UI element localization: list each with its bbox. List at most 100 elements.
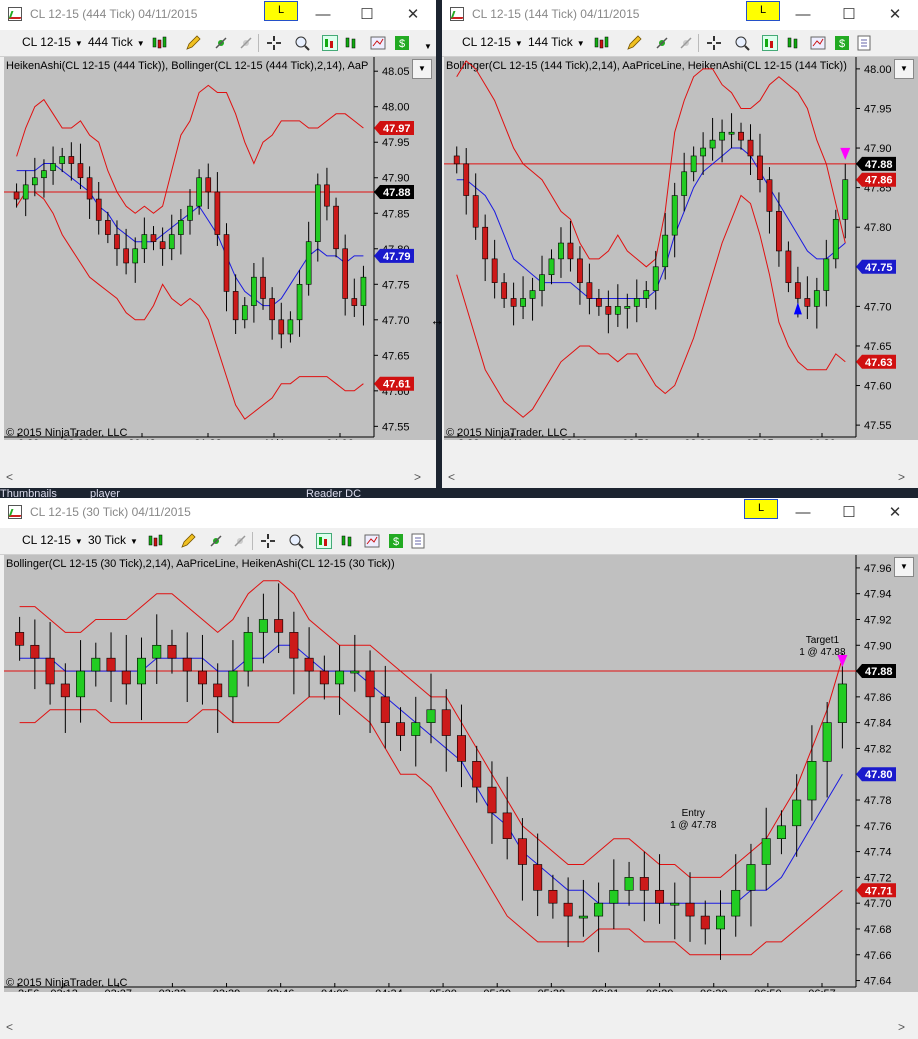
interval-select[interactable]: 144 Tick ▼ xyxy=(528,35,585,49)
bull-candle xyxy=(287,319,294,335)
strategy-icon[interactable] xyxy=(213,35,229,51)
resize-handle-icon[interactable]: ↔ xyxy=(430,312,444,328)
bull-candle xyxy=(700,147,707,157)
properties-icon[interactable] xyxy=(364,533,380,549)
interval-select[interactable]: 444 Tick ▼ xyxy=(88,35,145,49)
dollar-icon[interactable]: $ xyxy=(394,35,410,51)
chart-panel[interactable]: HeikenAshi(CL 12-15 (444 Tick)), Bolling… xyxy=(4,57,436,440)
x-tick-label: 05:05 xyxy=(746,438,774,440)
chart-window-444-tick[interactable]: CL 12-15 (444 Tick) 04/11/2015 L — ☐ ✕ C… xyxy=(0,0,436,488)
chart-panel[interactable]: Bollinger(CL 12-15 (144 Tick),2,14), AaP… xyxy=(444,57,918,440)
instrument-select[interactable]: CL 12-15 ▼ xyxy=(22,35,83,49)
properties-icon[interactable] xyxy=(316,533,332,549)
zoom-icon[interactable] xyxy=(734,35,750,51)
bear-candle xyxy=(365,670,375,698)
bear-candle xyxy=(563,902,573,917)
strategy-icon[interactable] xyxy=(678,35,694,51)
crosshair-icon[interactable] xyxy=(706,35,722,51)
bear-candle xyxy=(333,205,339,250)
chart-window-30-tick[interactable]: CL 12-15 (30 Tick) 04/11/2015 L — ☐ ✕ CL… xyxy=(0,498,918,1039)
zoom-icon[interactable] xyxy=(288,533,304,549)
strategy-icon[interactable] xyxy=(654,35,670,51)
crosshair-icon[interactable] xyxy=(260,533,276,549)
pencil-icon[interactable] xyxy=(185,35,201,51)
bear-candle xyxy=(567,242,574,260)
bull-candle xyxy=(241,305,248,321)
bear-candle xyxy=(274,619,284,633)
bar-style-icon[interactable] xyxy=(786,35,802,51)
y-tick-label: 47.55 xyxy=(864,420,892,432)
bull-candle xyxy=(594,902,604,917)
pencil-icon[interactable] xyxy=(180,533,196,549)
scroll-left-icon[interactable]: < xyxy=(6,1020,13,1034)
chart-window-144-tick[interactable]: CL 12-15 (144 Tick) 04/11/2015 L — ☐ ✕ C… xyxy=(442,0,918,488)
bar-style-icon[interactable] xyxy=(594,35,610,51)
scroll-right-icon[interactable]: > xyxy=(898,470,905,484)
close-icon[interactable]: ✕ xyxy=(884,4,906,26)
price-chart-svg[interactable]: 48.0548.0047.9547.9047.8547.8047.7547.70… xyxy=(4,57,436,440)
properties-icon[interactable] xyxy=(370,35,386,51)
bar-style-icon[interactable] xyxy=(340,533,356,549)
link-badge[interactable]: L xyxy=(264,1,298,21)
title-bar[interactable]: CL 12-15 (444 Tick) 04/11/2015 L — ☐ ✕ xyxy=(0,0,436,30)
title-bar[interactable]: CL 12-15 (144 Tick) 04/11/2015 L — ☐ ✕ xyxy=(442,0,918,30)
strategy-icon[interactable] xyxy=(232,533,248,549)
title-bar[interactable]: CL 12-15 (30 Tick) 04/11/2015 L — ☐ ✕ xyxy=(0,498,918,528)
bear-candle xyxy=(77,163,84,179)
bear-candle xyxy=(472,761,482,788)
price-tag-label: 47.63 xyxy=(865,357,893,369)
maximize-icon[interactable]: ☐ xyxy=(838,4,860,26)
close-icon[interactable]: ✕ xyxy=(884,502,906,524)
strategy-icon[interactable] xyxy=(238,35,254,51)
crosshair-icon[interactable] xyxy=(266,35,282,51)
horizontal-scrollbar[interactable]: < > xyxy=(0,466,436,488)
minimize-icon[interactable]: — xyxy=(792,4,814,26)
scroll-left-icon[interactable]: < xyxy=(448,470,455,484)
close-icon[interactable]: ✕ xyxy=(402,4,424,26)
y-tick-label: 47.90 xyxy=(382,173,410,185)
properties-icon[interactable] xyxy=(322,35,338,51)
bar-style-icon[interactable] xyxy=(152,35,168,51)
maximize-icon[interactable]: ☐ xyxy=(838,502,860,524)
scroll-right-icon[interactable]: > xyxy=(898,1020,905,1034)
minimize-icon[interactable]: — xyxy=(312,4,334,26)
bear-candle xyxy=(86,177,93,200)
link-badge[interactable]: L xyxy=(746,1,780,21)
trade-annotation-label: Target1 xyxy=(806,635,840,646)
properties-icon[interactable] xyxy=(762,35,778,51)
x-tick-label: 03:39 xyxy=(213,988,241,992)
link-badge[interactable]: L xyxy=(744,499,778,519)
scroll-left-icon[interactable]: < xyxy=(6,470,13,484)
interval-select[interactable]: 30 Tick ▼ xyxy=(88,533,138,547)
bar-style-icon[interactable] xyxy=(148,533,164,549)
maximize-icon[interactable]: ☐ xyxy=(356,4,378,26)
zoom-icon[interactable] xyxy=(294,35,310,51)
bull-candle xyxy=(76,670,86,698)
properties-icon[interactable] xyxy=(810,35,826,51)
x-tick-label: 21:32 xyxy=(194,438,222,440)
price-tag-label: 47.71 xyxy=(865,885,893,897)
scroll-right-icon[interactable]: > xyxy=(414,470,421,484)
price-tag-label: 47.75 xyxy=(865,262,893,274)
price-chart-svg[interactable]: 47.96 47.94 47.92 47.90 47.88 47.86 47.84 47.82… xyxy=(4,555,918,992)
bear-candle xyxy=(380,696,390,723)
price-chart-svg[interactable]: 48.0047.9547.9047.8547.8047.7547.7047.65… xyxy=(444,57,918,440)
bull-candle xyxy=(719,131,725,141)
strategy-icon[interactable] xyxy=(208,533,224,549)
bar-style-icon[interactable] xyxy=(344,35,360,51)
dollar-icon[interactable]: $ xyxy=(388,533,404,549)
properties-icon[interactable] xyxy=(410,533,426,549)
instrument-select[interactable]: CL 12-15 ▼ xyxy=(462,35,523,49)
instrument-select[interactable]: CL 12-15 ▼ xyxy=(22,533,83,547)
chart-panel[interactable]: Bollinger(CL 12-15 (30 Tick),2,14), AaPr… xyxy=(4,555,918,992)
bear-candle xyxy=(278,319,285,335)
minimize-icon[interactable]: — xyxy=(792,502,814,524)
properties-icon[interactable] xyxy=(856,35,872,51)
toolbar-overflow-icon[interactable]: ▼ xyxy=(424,42,432,51)
bear-candle xyxy=(60,683,70,698)
svg-text:$: $ xyxy=(399,38,405,50)
pencil-icon[interactable] xyxy=(626,35,642,51)
horizontal-scrollbar[interactable]: < > xyxy=(0,1016,918,1038)
horizontal-scrollbar[interactable]: < > xyxy=(442,466,918,488)
dollar-icon[interactable]: $ xyxy=(834,35,850,51)
